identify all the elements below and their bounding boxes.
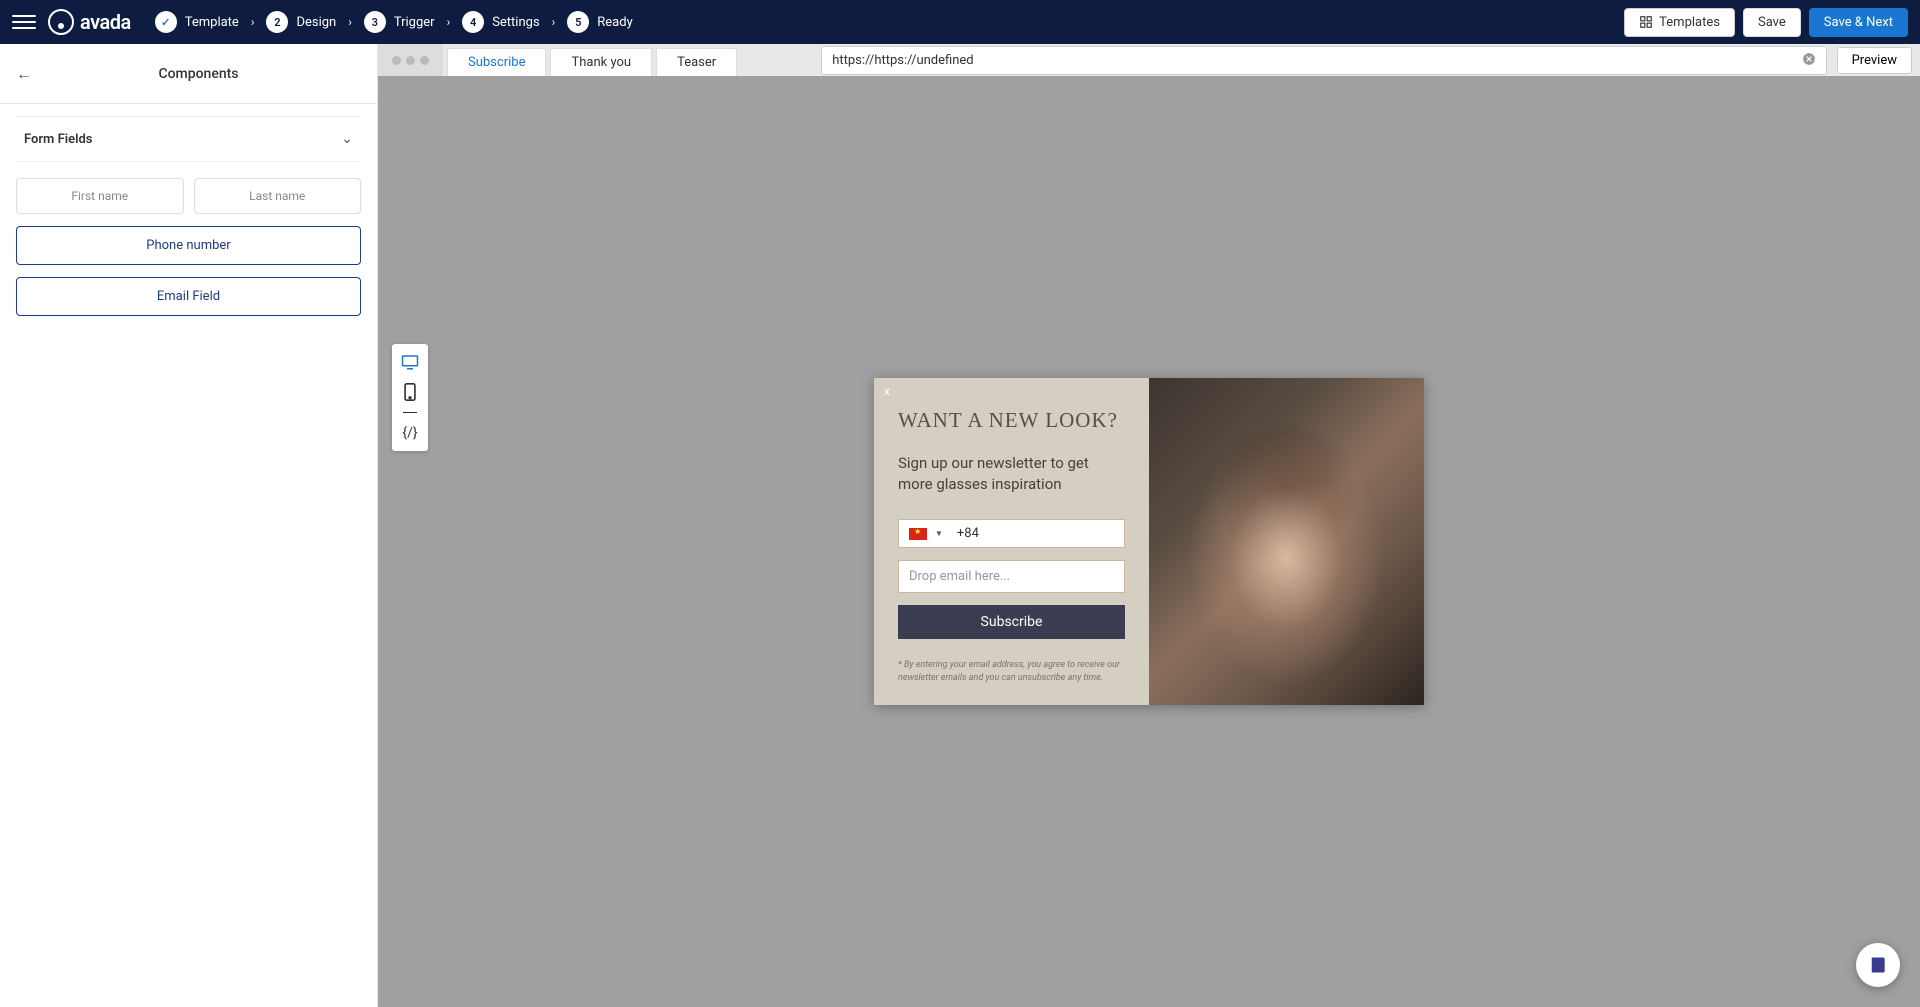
chevron-right-icon: › [447, 15, 451, 29]
help-bubble[interactable] [1856, 943, 1900, 987]
save-button[interactable]: Save [1743, 8, 1801, 37]
popup-email-input[interactable]: Drop email here... [898, 560, 1125, 593]
popup-content: WANT A NEW LOOK? Sign up our newsletter … [874, 378, 1149, 704]
templates-button[interactable]: Templates [1624, 8, 1735, 37]
templates-icon [1639, 15, 1653, 29]
step-template[interactable]: ✓ Template [155, 11, 239, 33]
popup-title[interactable]: WANT A NEW LOOK? [898, 408, 1125, 433]
step-circle-icon: ✓ [155, 11, 177, 33]
email-field[interactable]: Email Field [16, 277, 361, 316]
url-bar-wrap: https://https://undefined Preview [741, 44, 1920, 76]
wizard-steps: ✓ Template › 2 Design › 3 Trigger › 4 Se… [155, 11, 633, 33]
tab-subscribe[interactable]: Subscribe [447, 48, 546, 76]
clear-url-icon[interactable] [1802, 51, 1816, 70]
step-settings[interactable]: 4 Settings [462, 11, 539, 33]
canvas-topbar: Subscribe Thank you Teaser https://https… [378, 44, 1920, 76]
save-next-button[interactable]: Save & Next [1809, 8, 1908, 37]
popup-disclaimer[interactable]: * By entering your email address, you ag… [898, 659, 1125, 684]
section-title: Form Fields [24, 132, 92, 147]
step-circle-icon: 2 [266, 11, 288, 33]
popup-view-tabs: Subscribe Thank you Teaser [443, 44, 741, 76]
first-name-field[interactable]: First name [16, 178, 184, 214]
popup-subscribe-button[interactable]: Subscribe [898, 605, 1125, 639]
step-circle-icon: 3 [364, 11, 386, 33]
popup-phone-input[interactable]: ▼ +84 [898, 519, 1125, 548]
chevron-down-icon: ⌄ [341, 131, 353, 147]
workspace: ← Components Form Fields ⌄ First name La… [0, 44, 1920, 1007]
tab-teaser[interactable]: Teaser [656, 48, 737, 76]
chevron-right-icon: › [348, 15, 352, 29]
brand-name: avada [80, 10, 131, 34]
sidebar-header: ← Components [0, 44, 377, 104]
logo-mark-icon [48, 9, 74, 35]
popup-preview[interactable]: x WANT A NEW LOOK? Sign up our newslette… [874, 378, 1424, 704]
brand-logo[interactable]: avada [48, 9, 131, 35]
chevron-right-icon: › [251, 15, 255, 29]
last-name-field[interactable]: Last name [194, 178, 362, 214]
popup-image[interactable] [1149, 378, 1424, 704]
sidebar-title: Components [36, 66, 361, 82]
form-fields-section[interactable]: Form Fields ⌄ [16, 116, 361, 162]
topbar-actions: Templates Save Save & Next [1624, 8, 1908, 37]
popup-close-icon[interactable]: x [884, 384, 890, 398]
url-text: https://https://undefined [832, 53, 973, 68]
name-field-row: First name Last name [16, 178, 361, 214]
traffic-lights-icon [378, 44, 443, 76]
sidebar-body: Form Fields ⌄ First name Last name Phone… [0, 104, 377, 340]
topbar: avada ✓ Template › 2 Design › 3 Trigger … [0, 0, 1920, 44]
step-trigger[interactable]: 3 Trigger [364, 11, 435, 33]
step-label: Settings [492, 15, 539, 30]
hamburger-menu-icon[interactable] [12, 10, 36, 34]
popup-subtitle[interactable]: Sign up our newsletter to get more glass… [898, 453, 1125, 495]
chevron-right-icon: › [552, 15, 556, 29]
canvas-area: Subscribe Thank you Teaser https://https… [378, 44, 1920, 1007]
step-label: Trigger [394, 15, 435, 30]
phone-number-field[interactable]: Phone number [16, 226, 361, 265]
step-ready[interactable]: 5 Ready [567, 11, 632, 33]
step-label: Template [185, 15, 239, 30]
step-design[interactable]: 2 Design [266, 11, 336, 33]
step-label: Ready [597, 15, 632, 30]
step-circle-icon: 5 [567, 11, 589, 33]
flag-dropdown-icon[interactable]: ▼ [935, 529, 943, 538]
step-label: Design [296, 15, 336, 30]
sidebar: ← Components Form Fields ⌄ First name La… [0, 44, 378, 1007]
step-circle-icon: 4 [462, 11, 484, 33]
help-book-icon [1868, 955, 1888, 975]
canvas-inner: x WANT A NEW LOOK? Sign up our newslette… [378, 76, 1920, 1007]
tab-thankyou[interactable]: Thank you [550, 48, 652, 76]
flag-vietnam-icon[interactable] [909, 528, 927, 540]
url-bar[interactable]: https://https://undefined [821, 46, 1826, 75]
back-arrow-icon[interactable]: ← [16, 64, 36, 84]
preview-button[interactable]: Preview [1837, 47, 1912, 74]
phone-dial-code: +84 [957, 526, 979, 541]
